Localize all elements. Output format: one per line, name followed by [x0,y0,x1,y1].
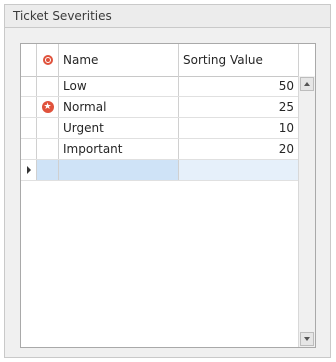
chevron-up-icon [304,82,310,86]
default-cell[interactable]: ★ [37,97,59,117]
sorting-value-cell[interactable] [179,160,299,180]
table-row[interactable]: ★ Normal 25 [21,97,299,118]
row-indicator [21,76,37,96]
panel-title: Ticket Severities [5,5,330,28]
row-indicator [21,97,37,117]
sorting-value-cell[interactable]: 10 [179,118,299,138]
sorting-value-cell[interactable]: 25 [179,97,299,117]
default-cell[interactable] [37,76,59,96]
current-row-arrow-icon [26,166,31,174]
ticket-severities-panel: Ticket Severities Name Sorting Value Low… [4,4,331,358]
name-cell[interactable] [59,160,179,180]
severities-grid[interactable]: Name Sorting Value Low 50 ★ Normal 25 Ur… [20,43,316,348]
row-indicator [21,118,37,138]
name-cell[interactable]: Normal [59,97,179,117]
vertical-scrollbar[interactable] [298,76,315,347]
sorting-value-cell[interactable]: 20 [179,139,299,159]
name-cell[interactable]: Urgent [59,118,179,138]
sorting-value-cell[interactable]: 50 [179,76,299,96]
default-cell[interactable] [37,118,59,138]
column-header-name[interactable]: Name [59,44,179,76]
scroll-down-button[interactable] [300,332,314,346]
name-cell[interactable]: Low [59,76,179,96]
default-cell[interactable] [37,139,59,159]
table-row[interactable]: Low 50 [21,76,299,97]
chevron-down-icon [304,337,310,341]
column-header-sorting-value[interactable]: Sorting Value [179,44,299,76]
header-filler [299,44,315,76]
new-row[interactable] [21,160,299,181]
default-star-icon: ★ [41,101,54,113]
default-column-header[interactable] [37,44,59,76]
row-indicator [21,160,37,180]
grid-header: Name Sorting Value [21,44,315,77]
table-row[interactable]: Urgent 10 [21,118,299,139]
row-indicator [21,139,37,159]
name-cell[interactable]: Important [59,139,179,159]
default-cell[interactable] [37,160,59,180]
row-indicator-header [21,44,37,76]
default-indicator-icon [42,55,53,65]
scroll-up-button[interactable] [300,77,314,91]
table-row[interactable]: Important 20 [21,139,299,160]
